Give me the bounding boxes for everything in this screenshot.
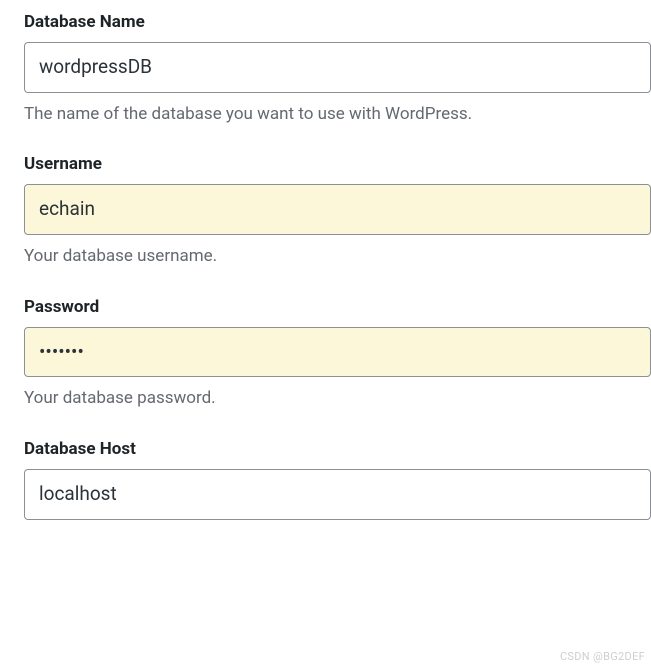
username-description: Your database username. bbox=[24, 245, 651, 269]
database-name-label: Database Name bbox=[24, 12, 651, 32]
username-label: Username bbox=[24, 154, 651, 174]
database-host-field: Database Host bbox=[24, 439, 651, 520]
password-label: Password bbox=[24, 297, 651, 317]
database-name-field: Database Name The name of the database y… bbox=[24, 12, 651, 126]
database-host-label: Database Host bbox=[24, 439, 651, 459]
password-input[interactable] bbox=[24, 327, 651, 378]
database-name-input[interactable] bbox=[24, 42, 651, 93]
watermark-text: CSDN @BG2DEF bbox=[560, 650, 645, 663]
username-input[interactable] bbox=[24, 184, 651, 235]
password-field: Password Your database password. bbox=[24, 297, 651, 411]
database-name-description: The name of the database you want to use… bbox=[24, 103, 651, 127]
password-description: Your database password. bbox=[24, 387, 651, 411]
username-field: Username Your database username. bbox=[24, 154, 651, 268]
database-host-input[interactable] bbox=[24, 469, 651, 520]
